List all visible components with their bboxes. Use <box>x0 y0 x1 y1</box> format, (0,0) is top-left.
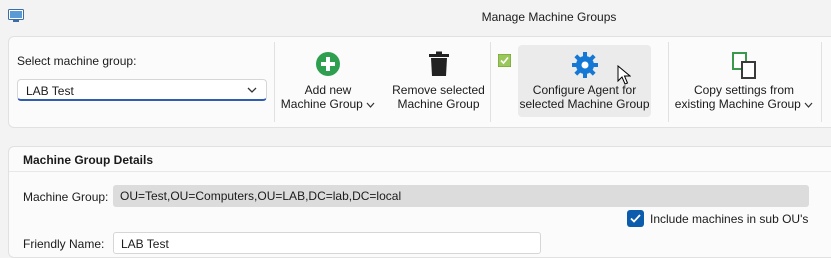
remove-label-line2: Machine Group <box>397 97 480 111</box>
toolbar-separator <box>490 42 491 122</box>
add-label-line1: Add new <box>304 83 352 97</box>
friendly-name-label: Friendly Name: <box>23 237 105 251</box>
toolbar: Select machine group: LAB Test Add new M… <box>8 36 831 128</box>
remove-machine-group-button[interactable]: Remove selected Machine Group <box>386 45 491 117</box>
select-group-label: Select machine group: <box>17 54 137 68</box>
window-title: Manage Machine Groups <box>481 10 617 24</box>
trash-icon <box>428 51 449 76</box>
mouse-cursor-icon <box>617 65 631 85</box>
machine-group-combobox[interactable]: LAB Test <box>17 79 267 101</box>
configure-label-line2: selected Machine Group <box>519 97 650 111</box>
checkmark-icon <box>630 214 641 223</box>
combobox-value: LAB Test <box>26 84 74 98</box>
details-divider <box>9 171 831 172</box>
copy-label-line1: Copy settings from <box>693 83 795 97</box>
chevron-down-icon[interactable] <box>246 84 258 96</box>
copy-label-line2: existing Machine Group <box>674 97 801 111</box>
dropdown-chevron-icon <box>804 102 813 108</box>
copy-icon <box>732 52 756 79</box>
machine-group-value: OU=Test,OU=Computers,OU=LAB,DC=lab,DC=lo… <box>120 189 402 203</box>
configure-agent-button[interactable]: Configure Agent for selected Machine Gro… <box>518 45 651 117</box>
friendly-name-input[interactable]: LAB Test <box>113 232 541 254</box>
title-bar: Manage Machine Groups <box>0 0 831 36</box>
add-label-line2: Machine Group <box>280 97 363 111</box>
toolbar-separator <box>274 42 275 122</box>
add-icon <box>316 52 340 76</box>
machine-group-label: Machine Group: <box>23 190 109 204</box>
dropdown-chevron-icon <box>366 102 375 108</box>
include-sub-ous-label[interactable]: Include machines in sub OU's <box>650 212 808 226</box>
configure-label-line1: Configure Agent for <box>532 83 637 97</box>
toolbar-separator <box>668 42 669 122</box>
details-heading: Machine Group Details <box>23 153 154 167</box>
status-check-icon <box>498 54 511 67</box>
friendly-name-value: LAB Test <box>121 237 169 251</box>
toolbar-separator <box>821 42 822 122</box>
remove-label-line1: Remove selected <box>392 83 485 97</box>
add-machine-group-button[interactable]: Add new Machine Group <box>277 45 379 117</box>
copy-settings-button[interactable]: Copy settings from existing Machine Grou… <box>673 45 815 117</box>
machine-group-field: OU=Test,OU=Computers,OU=LAB,DC=lab,DC=lo… <box>113 185 809 207</box>
gear-icon <box>571 52 598 78</box>
include-sub-ous-checkbox[interactable] <box>627 210 644 227</box>
machine-group-details-panel: Machine Group Details Machine Group: OU=… <box>8 146 831 258</box>
